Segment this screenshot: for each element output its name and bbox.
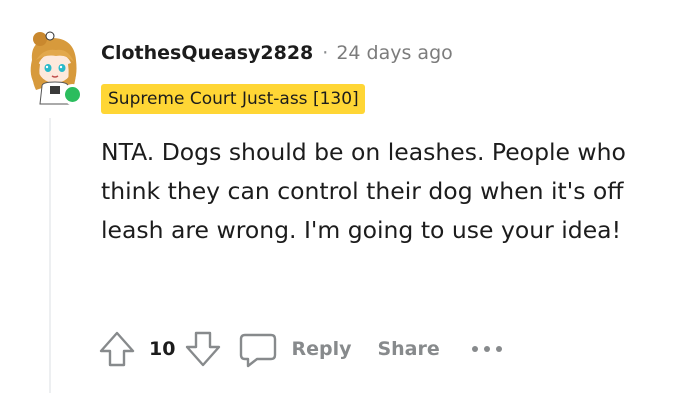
upvote-arrow-icon: [99, 331, 135, 367]
thread-line[interactable]: [49, 118, 51, 393]
comment-body: NTA. Dogs should be on leashes. People w…: [101, 138, 626, 244]
downvote-button[interactable]: [183, 329, 223, 369]
vote-count: 10: [149, 338, 176, 360]
downvote-arrow-icon: [186, 331, 221, 367]
share-button[interactable]: Share: [377, 338, 439, 360]
online-status-indicator: [62, 84, 83, 105]
speech-bubble-icon: [240, 333, 277, 368]
user-flair-badge: Supreme Court Just-ass [130]: [101, 84, 365, 114]
upvote-button[interactable]: [97, 329, 137, 369]
comment: ClothesQueasy2828 · 24 days ago Supreme …: [0, 0, 700, 413]
meta-separator: ·: [322, 42, 329, 64]
comment-actions: 10 Reply Share: [97, 326, 504, 372]
comment-timestamp[interactable]: 24 days ago: [336, 42, 452, 64]
comment-header: ClothesQueasy2828 · 24 days ago: [101, 38, 453, 68]
ellipsis-icon: [471, 346, 502, 352]
author-username[interactable]: ClothesQueasy2828: [101, 42, 313, 64]
more-options-button[interactable]: [470, 339, 504, 359]
reply-button[interactable]: Reply: [237, 329, 351, 369]
reply-label: Reply: [291, 338, 352, 360]
